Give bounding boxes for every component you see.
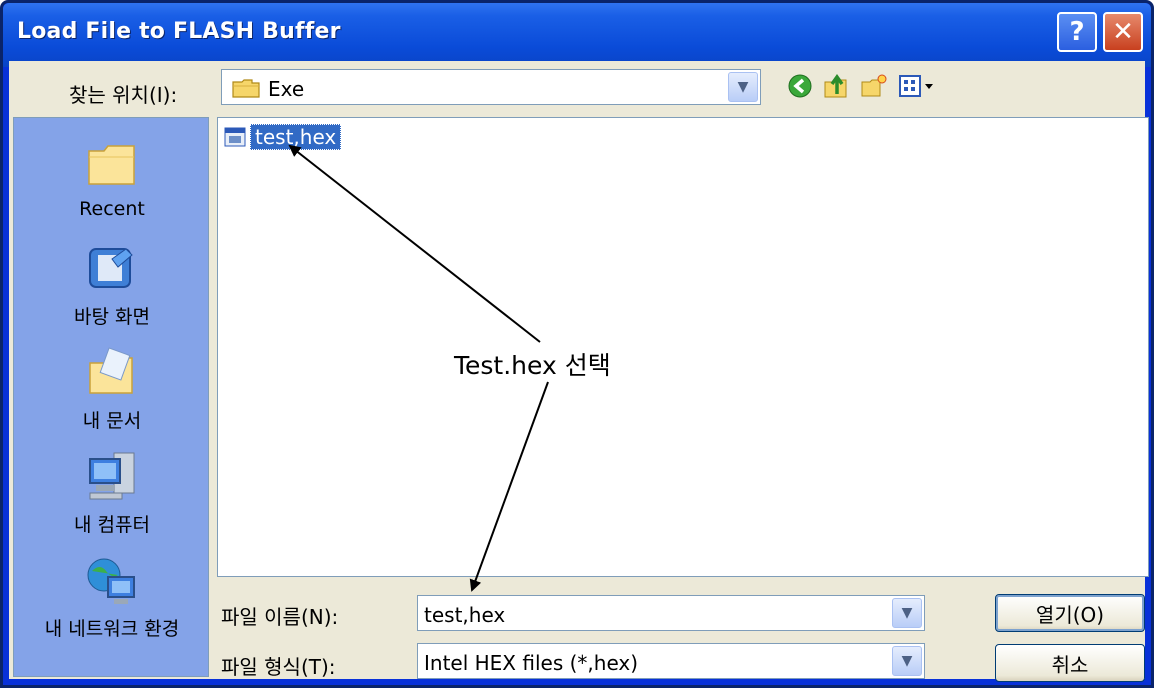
chevron-down-icon[interactable]: ▼	[728, 72, 758, 102]
lookin-value: Exe	[268, 77, 305, 101]
help-icon: ?	[1069, 17, 1085, 47]
lookin-label: 찾는 위치(I):	[69, 83, 178, 107]
cancel-button-label: 취소	[1051, 652, 1089, 677]
file-name: test,hex	[250, 124, 342, 150]
place-label: 내 컴퓨터	[74, 514, 150, 536]
recent-folder-icon	[82, 136, 142, 192]
folder-icon	[232, 79, 260, 98]
open-button-label: 열기(O)	[1035, 602, 1105, 627]
filename-value: test,hex	[424, 603, 506, 627]
filetype-label: 파일 형식(T):	[221, 655, 336, 679]
place-label: Recent	[79, 198, 145, 220]
place-my-documents[interactable]: 내 문서	[14, 336, 210, 440]
places-bar: Recent 바탕 화면 내 문서 내 컴퓨터 내 네트워크 환경	[13, 117, 209, 677]
my-documents-icon	[82, 344, 142, 400]
view-menu-icon[interactable]	[897, 71, 937, 101]
my-computer-icon	[82, 448, 142, 504]
file-list[interactable]: test,hex	[217, 117, 1149, 577]
chevron-down-icon[interactable]: ▼	[892, 646, 922, 676]
open-button[interactable]: 열기(O)	[995, 594, 1145, 632]
desktop-icon	[82, 240, 142, 296]
place-recent[interactable]: Recent	[14, 128, 210, 232]
new-folder-icon[interactable]	[859, 71, 889, 101]
cancel-button[interactable]: 취소	[995, 644, 1145, 682]
help-button[interactable]: ?	[1057, 12, 1097, 52]
place-desktop[interactable]: 바탕 화면	[14, 232, 210, 336]
window-title: Load File to FLASH Buffer	[17, 19, 341, 44]
close-icon: ✕	[1112, 17, 1134, 47]
filetype-value: Intel HEX files (*,hex)	[424, 651, 639, 675]
chevron-down-icon[interactable]: ▼	[892, 598, 922, 628]
back-icon[interactable]	[785, 71, 815, 101]
lookin-combo[interactable]: Exe ▼	[221, 69, 761, 105]
file-item[interactable]: test,hex	[224, 122, 342, 152]
close-button[interactable]: ✕	[1103, 12, 1143, 52]
filename-field[interactable]: test,hex ▼	[417, 595, 925, 631]
annotation-label: Test.hex 선택	[454, 351, 611, 380]
title-bar[interactable]: Load File to FLASH Buffer ? ✕	[3, 3, 1151, 67]
place-label: 내 네트워크 환경	[44, 618, 180, 640]
up-folder-icon[interactable]	[821, 71, 851, 101]
network-icon	[82, 552, 142, 608]
dialog-window: Load File to FLASH Buffer ? ✕ 찾는 위치(I): …	[0, 0, 1154, 688]
filename-label: 파일 이름(N):	[221, 605, 339, 629]
filetype-select[interactable]: Intel HEX files (*,hex) ▼	[417, 643, 925, 679]
hex-file-icon	[224, 127, 246, 147]
place-network[interactable]: 내 네트워크 환경	[14, 544, 210, 648]
place-my-computer[interactable]: 내 컴퓨터	[14, 440, 210, 544]
place-label: 바탕 화면	[74, 306, 150, 328]
place-label: 내 문서	[82, 410, 142, 432]
